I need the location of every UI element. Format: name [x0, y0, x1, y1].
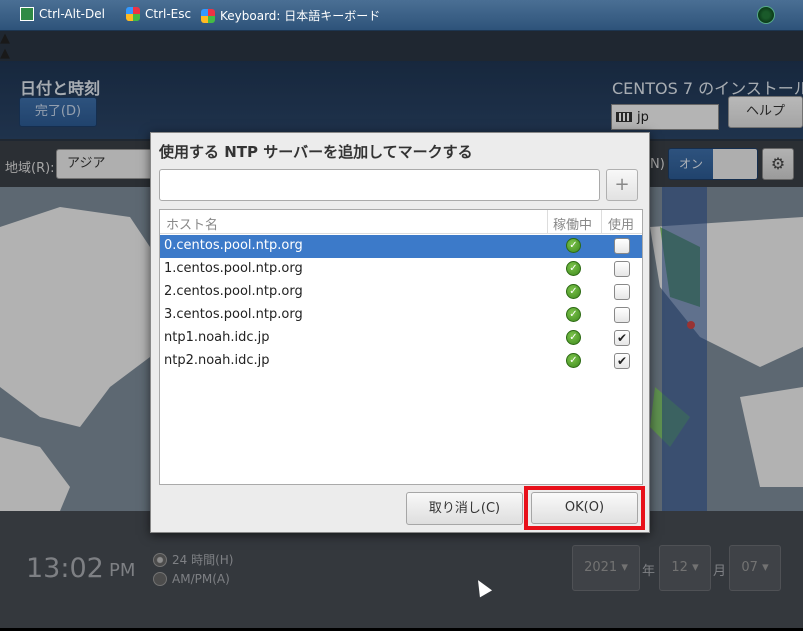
column-working[interactable]: 稼働中 — [553, 214, 592, 233]
server-row[interactable]: 0.centos.pool.ntp.org ✓ — [160, 235, 642, 258]
use-checkbox[interactable] — [614, 284, 630, 300]
use-checkbox[interactable] — [614, 261, 630, 277]
use-checkbox-checked[interactable]: ✔ — [614, 353, 630, 369]
windows-icon — [201, 8, 215, 23]
working-check-icon: ✓ — [566, 238, 581, 253]
server-host: ntp2.noah.idc.jp — [164, 353, 270, 368]
dialog-title: 使用する NTP サーバーを追加してマークする — [159, 143, 473, 161]
ctrl-esc-button[interactable]: Ctrl-Esc — [126, 7, 191, 21]
installer-screen: 日付と時刻 完了(D) CENTOS 7 のインストール jp ヘルプ 地域(R… — [0, 31, 803, 628]
vnc-toolbar: Ctrl-Alt-Del Ctrl-Esc Keyboard: 日本語キーボード — [0, 0, 803, 31]
ntp-server-input[interactable] — [159, 169, 600, 201]
add-server-button[interactable]: + — [606, 169, 638, 201]
server-row[interactable]: 2.centos.pool.ntp.org ✓ — [160, 281, 642, 304]
working-check-icon: ✓ — [566, 307, 581, 322]
windows-icon — [126, 7, 140, 21]
server-host: ntp1.noah.idc.jp — [164, 330, 270, 345]
ctrl-esc-label: Ctrl-Esc — [145, 7, 192, 21]
ntp-server-dialog: 使用する NTP サーバーを追加してマークする + ホスト名 稼働中 使用 0.… — [150, 132, 650, 533]
connection-status-icon — [757, 6, 775, 24]
column-use[interactable]: 使用 — [608, 214, 634, 233]
column-separator — [601, 210, 602, 234]
ctrl-alt-del-icon — [20, 7, 34, 21]
server-host: 2.centos.pool.ntp.org — [164, 284, 303, 299]
working-check-icon: ✓ — [566, 353, 581, 368]
server-row[interactable]: 1.centos.pool.ntp.org ✓ — [160, 258, 642, 281]
column-separator — [547, 210, 548, 234]
working-check-icon: ✓ — [566, 261, 581, 276]
cancel-button[interactable]: 取り消し(C) — [406, 492, 523, 525]
ctrl-alt-del-label: Ctrl-Alt-Del — [39, 7, 105, 21]
ntp-server-list: ホスト名 稼働中 使用 0.centos.pool.ntp.org ✓ 1.ce… — [159, 209, 643, 485]
working-check-icon: ✓ — [566, 330, 581, 345]
server-host: 0.centos.pool.ntp.org — [164, 238, 303, 253]
use-checkbox-checked[interactable]: ✔ — [614, 330, 630, 346]
server-host: 1.centos.pool.ntp.org — [164, 261, 303, 276]
ctrl-alt-del-button[interactable]: Ctrl-Alt-Del — [20, 7, 105, 21]
server-row[interactable]: 3.centos.pool.ntp.org ✓ — [160, 304, 642, 327]
keyboard-label: Keyboard: 日本語キーボード — [220, 9, 381, 23]
ok-button[interactable]: OK(O) — [531, 492, 638, 524]
use-checkbox[interactable] — [614, 307, 630, 323]
server-row[interactable]: ntp2.noah.idc.jp ✓ ✔ — [160, 350, 642, 373]
keyboard-button[interactable]: Keyboard: 日本語キーボード — [201, 7, 380, 24]
list-header: ホスト名 稼働中 使用 — [160, 210, 642, 234]
server-host: 3.centos.pool.ntp.org — [164, 307, 303, 322]
column-host[interactable]: ホスト名 — [166, 214, 218, 233]
server-row[interactable]: ntp1.noah.idc.jp ✓ ✔ — [160, 327, 642, 350]
use-checkbox[interactable] — [614, 238, 630, 254]
working-check-icon: ✓ — [566, 284, 581, 299]
